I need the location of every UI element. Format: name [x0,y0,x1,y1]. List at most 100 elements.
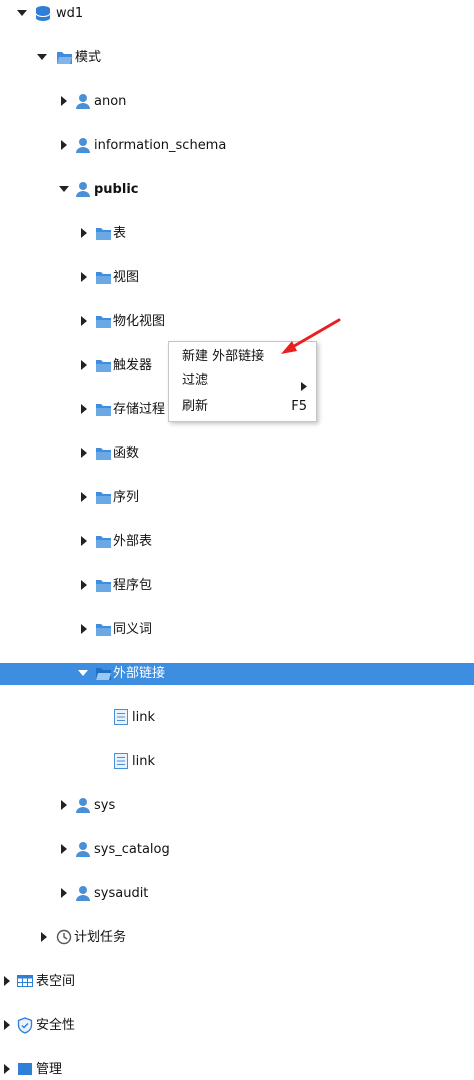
clock-icon [56,927,74,949]
schema-sys-catalog-label: sys_catalog [94,842,170,857]
link-label: link [132,710,155,725]
tree-row-schema-information[interactable]: information_schema [0,135,474,157]
chevron-right-icon[interactable] [79,267,91,289]
context-menu: 新建 外部链接 过滤 刷新 F5 [168,341,317,422]
schema-anon-label: anon [94,94,127,109]
folder-open-icon [95,663,113,685]
folder-icon [95,399,113,421]
link-label: link [132,754,155,769]
tree-row-scheduled-tasks[interactable]: 计划任务 [0,927,474,949]
shield-icon [17,1015,35,1037]
user-icon [75,883,93,905]
security-label: 安全性 [36,1018,76,1033]
user-icon [75,91,93,113]
database-icon [35,3,53,25]
user-icon [75,839,93,861]
folder-icon [95,531,113,553]
tree-row-tablespaces[interactable]: 表空间 [0,971,474,993]
tablespace-icon [17,971,35,993]
tree-row-link[interactable]: link [0,751,474,773]
user-icon [75,795,93,817]
tree-row-synonyms[interactable]: 同义词 [0,619,474,641]
chevron-down-icon[interactable] [78,663,90,685]
foreign-tables-label: 外部表 [113,534,153,549]
chevron-right-icon[interactable] [39,927,51,949]
tables-label: 表 [113,226,127,241]
tree-row-sequences[interactable]: 序列 [0,487,474,509]
sequences-label: 序列 [113,490,140,505]
tree-row-schema-sys-catalog[interactable]: sys_catalog [0,839,474,861]
foreign-links-label: 外部链接 [113,666,166,681]
folder-icon [95,311,113,333]
tree-row-functions[interactable]: 函数 [0,443,474,465]
chevron-right-icon[interactable] [79,355,91,377]
chevron-right-icon[interactable] [59,91,71,113]
chevron-right-icon[interactable] [79,311,91,333]
menu-item-filter[interactable]: 过滤 [169,370,316,392]
menu-item-refresh[interactable]: 刷新 F5 [169,396,316,418]
user-icon [75,179,93,201]
schema-sysaudit-label: sysaudit [94,886,149,901]
chevron-down-icon[interactable] [37,47,49,69]
tree-row-foreign-tables[interactable]: 外部表 [0,531,474,553]
schema-information-label: information_schema [94,138,227,153]
tree-row-schema-anon[interactable]: anon [0,91,474,113]
tree-row-schema-sys[interactable]: sys [0,795,474,817]
folder-icon [95,355,113,377]
menu-item-filter-label: 过滤 [182,373,209,388]
folder-icon [95,487,113,509]
synonyms-label: 同义词 [113,622,153,637]
functions-label: 函数 [113,446,140,461]
procedures-label: 存储过程 [113,402,166,417]
link-object-icon [114,707,132,729]
tree-row-database[interactable]: wd1 [0,3,474,25]
chevron-right-icon[interactable] [59,795,71,817]
tree-row-schema-public[interactable]: public [0,179,474,201]
views-label: 视图 [113,270,140,285]
chevron-right-icon[interactable] [79,399,91,421]
schema-public-label: public [94,182,139,197]
folder-icon [95,223,113,245]
chevron-right-icon[interactable] [79,575,91,597]
menu-item-new-foreign-link[interactable]: 新建 外部链接 [169,346,316,368]
chevron-right-icon[interactable] [79,443,91,465]
database-name: wd1 [56,6,84,21]
chevron-right-icon[interactable] [59,839,71,861]
folder-icon [95,619,113,641]
tree-row-materialized-views[interactable]: 物化视图 [0,311,474,333]
schemas-label: 模式 [75,50,102,65]
database-tree: wd1 模式 anon information_schema public 表 … [0,3,474,1077]
link-object-icon [114,751,132,773]
tree-row-link[interactable]: link [0,707,474,729]
tree-row-tables[interactable]: 表 [0,223,474,245]
packages-label: 程序包 [113,578,153,593]
tree-row-security[interactable]: 安全性 [0,1015,474,1037]
tree-row-foreign-links[interactable]: 外部链接 [0,663,474,685]
chevron-right-icon[interactable] [2,1015,14,1037]
menu-item-refresh-label: 刷新 [182,399,209,414]
chevron-right-icon[interactable] [59,883,71,905]
tree-row-schema-sysaudit[interactable]: sysaudit [0,883,474,905]
tablespaces-label: 表空间 [36,974,76,989]
folder-icon [95,575,113,597]
user-icon [75,135,93,157]
chevron-right-icon[interactable] [79,223,91,245]
management-label: 管理 [36,1062,63,1077]
tree-row-management[interactable]: 管理 [0,1059,474,1080]
chevron-right-icon[interactable] [2,971,14,993]
chevron-right-icon[interactable] [79,531,91,553]
chevron-down-icon[interactable] [59,179,71,201]
tree-row-views[interactable]: 视图 [0,267,474,289]
folder-icon [95,267,113,289]
scheduled-tasks-label: 计划任务 [74,930,127,945]
chevron-right-icon[interactable] [2,1059,14,1080]
folder-open-icon [56,47,74,69]
chevron-right-icon[interactable] [79,619,91,641]
chevron-right-icon[interactable] [79,487,91,509]
tree-row-schemas[interactable]: 模式 [0,47,474,69]
chevron-down-icon[interactable] [17,3,29,25]
tree-row-packages[interactable]: 程序包 [0,575,474,597]
management-icon [17,1059,35,1080]
materialized-views-label: 物化视图 [113,314,166,329]
chevron-right-icon[interactable] [59,135,71,157]
